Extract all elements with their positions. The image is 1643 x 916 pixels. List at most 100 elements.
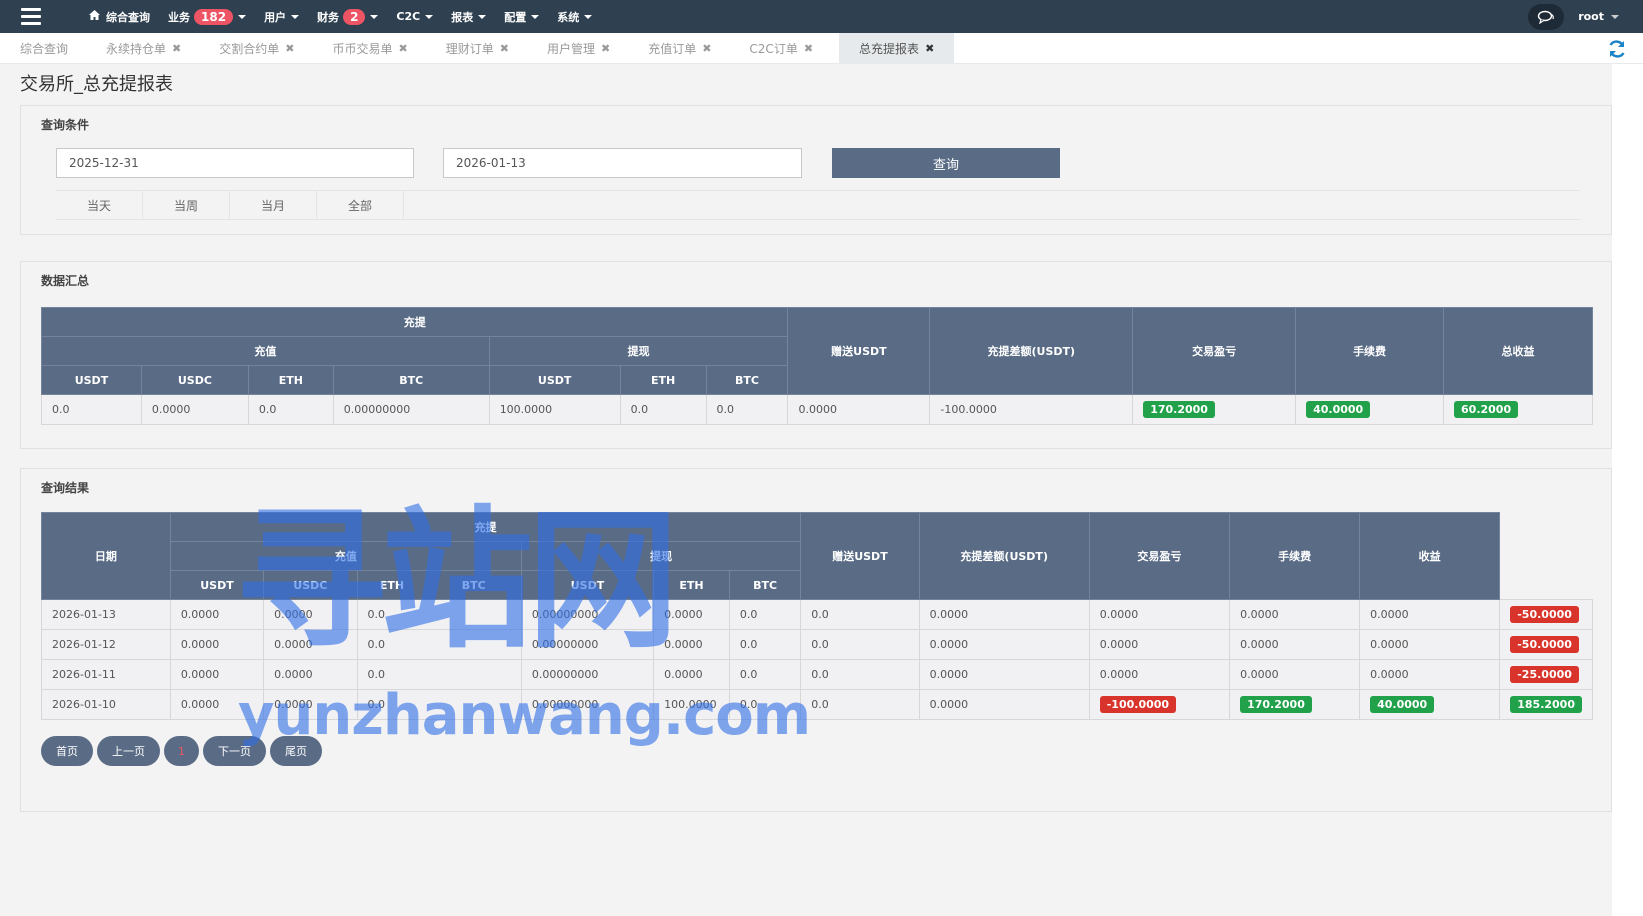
cell: 0.00000000 <box>332 394 490 425</box>
results-trade-header: 交易盈亏 <box>1088 512 1231 600</box>
nav-users[interactable]: 用户 <box>255 0 308 33</box>
nav-right: root <box>1528 0 1643 33</box>
chevron-down-icon <box>291 14 300 19</box>
cell-income: -50.0000 <box>1499 599 1593 630</box>
cell-fee: 0.0000 <box>1359 629 1501 660</box>
cell: 100.0000 <box>488 394 621 425</box>
cell-dep-usdt: 0.0000 <box>169 599 265 630</box>
prev-page-button[interactable]: 上一页 <box>97 736 160 766</box>
range-all[interactable]: 全部 <box>317 191 404 219</box>
summary-diff-header: 充提差额(USDT) <box>929 307 1134 395</box>
tab-item[interactable]: 理财订单 ✖ <box>434 33 521 64</box>
col-header: USDT <box>488 365 621 395</box>
summary-panel-title: 数据汇总 <box>41 274 90 288</box>
close-icon[interactable]: ✖ <box>702 42 711 55</box>
query-button[interactable]: 查询 <box>832 148 1060 178</box>
table-row: 2026-01-12 0.0000 0.0000 0.0 0.00000000 0.000… <box>41 629 1593 660</box>
tab-item[interactable]: 用户管理 ✖ <box>535 33 622 64</box>
summary-withdraw-header: 提现 <box>488 336 789 366</box>
top-navbar: 综合查询 业务 182 用户 财务 2 C2C 报表 配置 系统 root <box>0 0 1643 33</box>
tab-item[interactable]: 交割合约单 ✖ <box>207 33 306 64</box>
tab-item[interactable]: 币币交易单 ✖ <box>320 33 419 64</box>
cell-trade: 0.0000 <box>1229 599 1361 630</box>
summary-trade-header: 交易盈亏 <box>1132 307 1297 395</box>
close-icon[interactable]: ✖ <box>925 42 934 55</box>
cell-dep-usdt: 0.0000 <box>169 689 265 720</box>
nav-business[interactable]: 业务 182 <box>159 0 255 33</box>
cell-date: 2026-01-11 <box>41 659 171 690</box>
close-icon[interactable]: ✖ <box>172 42 181 55</box>
cell-dep-usdc: 0.0000 <box>263 659 358 690</box>
cell-wd-btc: 0.0 <box>800 689 920 720</box>
chevron-down-icon <box>425 14 434 19</box>
results-group-header: 充提 <box>169 512 802 542</box>
next-page-button[interactable]: 下一页 <box>203 736 266 766</box>
nav-system-label: 系统 <box>557 10 580 24</box>
col-header: ETH <box>619 365 707 395</box>
cell: 0.0000 <box>140 394 249 425</box>
tab-item[interactable]: 综合查询 <box>8 33 80 64</box>
refresh-icon[interactable] <box>1607 39 1627 59</box>
cell: 0.0000 <box>787 394 931 425</box>
tab-item[interactable]: C2C订单 ✖ <box>737 33 825 64</box>
cell: 0.0 <box>41 394 142 425</box>
close-icon[interactable]: ✖ <box>500 42 509 55</box>
close-icon[interactable]: ✖ <box>399 42 408 55</box>
chat-icon[interactable] <box>1528 3 1565 30</box>
range-week[interactable]: 当周 <box>143 191 230 219</box>
cell-income: -50.0000 <box>1499 629 1593 660</box>
cell-trade: 0.0000 <box>1229 659 1361 690</box>
right-strip <box>1612 64 1643 916</box>
nav-config-label: 配置 <box>504 10 527 24</box>
cell-dep-btc: 0.00000000 <box>520 659 655 690</box>
col-header: BTC <box>332 365 490 395</box>
menu-toggle-icon[interactable] <box>0 0 62 33</box>
col-header: ETH <box>247 365 334 395</box>
pagination: 首页 上一页 1 下一页 尾页 <box>41 736 322 766</box>
end-date-input[interactable] <box>443 148 802 178</box>
close-icon[interactable]: ✖ <box>601 42 610 55</box>
cell-dep-eth: 0.0 <box>356 659 522 690</box>
nav-finance[interactable]: 财务 2 <box>308 0 387 33</box>
col-header: USDT <box>41 365 142 395</box>
first-page-button[interactable]: 首页 <box>41 736 93 766</box>
chevron-down-icon <box>370 14 379 19</box>
cell-date: 2026-01-12 <box>41 629 171 660</box>
summary-gift-header: 赠送USDT <box>787 307 931 395</box>
total-income-badge: 60.2000 <box>1454 401 1519 418</box>
summary-panel: 数据汇总 充提 赠送USDT 充提差额(USDT) 交易盈亏 手续费 总收益 充… <box>20 261 1612 449</box>
table-row: 2026-01-11 0.0000 0.0000 0.0 0.00000000 0.000… <box>41 659 1593 690</box>
results-fee-header: 手续费 <box>1229 512 1361 600</box>
start-date-input[interactable] <box>56 148 414 178</box>
range-month[interactable]: 当月 <box>230 191 317 219</box>
range-today[interactable]: 当天 <box>56 191 143 219</box>
nav-home[interactable]: 综合查询 <box>80 0 159 33</box>
last-page-button[interactable]: 尾页 <box>270 736 322 766</box>
user-menu[interactable]: root <box>1578 10 1619 23</box>
cell-diff: 0.0000 <box>1088 629 1231 660</box>
cell-wd-eth: 0.0 <box>728 689 802 720</box>
cell-gift: 0.0000 <box>918 629 1090 660</box>
tab-item[interactable]: 总充提报表 ✖ <box>839 32 955 64</box>
nav-system[interactable]: 系统 <box>548 0 601 33</box>
chevron-down-icon <box>478 14 487 19</box>
close-icon[interactable]: ✖ <box>804 42 813 55</box>
tab-item[interactable]: 充值订单 ✖ <box>636 33 723 64</box>
cell: 40.0000 <box>1295 394 1445 425</box>
tab-item[interactable]: 永续持仓单 ✖ <box>94 33 193 64</box>
main-content: 交易所_总充提报表 查询条件 查询 当天 当周 当月 全部 数据汇总 充提 赠送… <box>0 64 1612 916</box>
summary-group-header: 充提 <box>40 307 789 337</box>
close-icon[interactable]: ✖ <box>285 42 294 55</box>
col-header: USDC <box>140 365 249 395</box>
nav-config[interactable]: 配置 <box>495 0 548 33</box>
current-page-button[interactable]: 1 <box>164 736 199 766</box>
income-badge: -25.0000 <box>1510 666 1579 683</box>
tab-label: 总充提报表 <box>859 41 920 56</box>
cell-diff: -100.0000 <box>1088 689 1231 720</box>
nav-reports[interactable]: 报表 <box>442 0 495 33</box>
page-title: 交易所_总充提报表 <box>20 74 173 95</box>
results-table: 日期 充提 赠送USDT 充提差额(USDT) 交易盈亏 手续费 收益 充值 提… <box>41 512 1593 720</box>
cell-income: -25.0000 <box>1499 659 1593 690</box>
nav-c2c[interactable]: C2C <box>387 0 442 33</box>
nav-menu: 综合查询 业务 182 用户 财务 2 C2C 报表 配置 系统 <box>80 0 601 33</box>
